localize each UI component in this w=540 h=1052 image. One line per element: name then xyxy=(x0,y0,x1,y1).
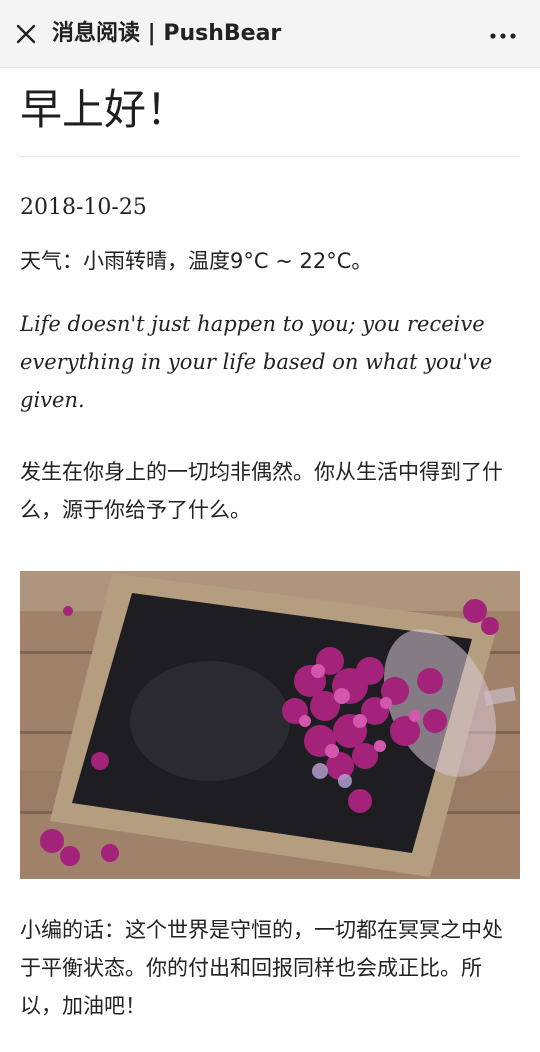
chinese-quote: 发生在你身上的一切均非偶然。你从生活中得到了什么，源于你给予了什么。 xyxy=(20,460,503,522)
article-content: 早上好！ 2018-10-25 天气：小雨转晴，温度9°C ~ 22°C。 Li… xyxy=(20,68,520,1025)
weather-text: 天气：小雨转晴，温度9°C ~ 22°C。 xyxy=(20,249,373,273)
english-quote: Life doesn't just happen to you; you rec… xyxy=(20,312,493,412)
top-bar: 消息阅读 | PushBear xyxy=(0,0,540,68)
more-dots-icon[interactable] xyxy=(488,22,520,50)
title-divider xyxy=(20,156,520,157)
editor-note: 小编的话：这个世界是守恒的，一切都在冥冥之中处于平衡状态。你的付出和回报同样也会… xyxy=(20,918,503,1018)
article-date: 2018-10-25 xyxy=(20,195,147,220)
article-photo xyxy=(20,571,520,879)
close-icon[interactable] xyxy=(12,20,40,48)
article-title: 早上好！ xyxy=(20,85,189,134)
page-title-bar: 消息阅读 | PushBear xyxy=(52,21,282,46)
